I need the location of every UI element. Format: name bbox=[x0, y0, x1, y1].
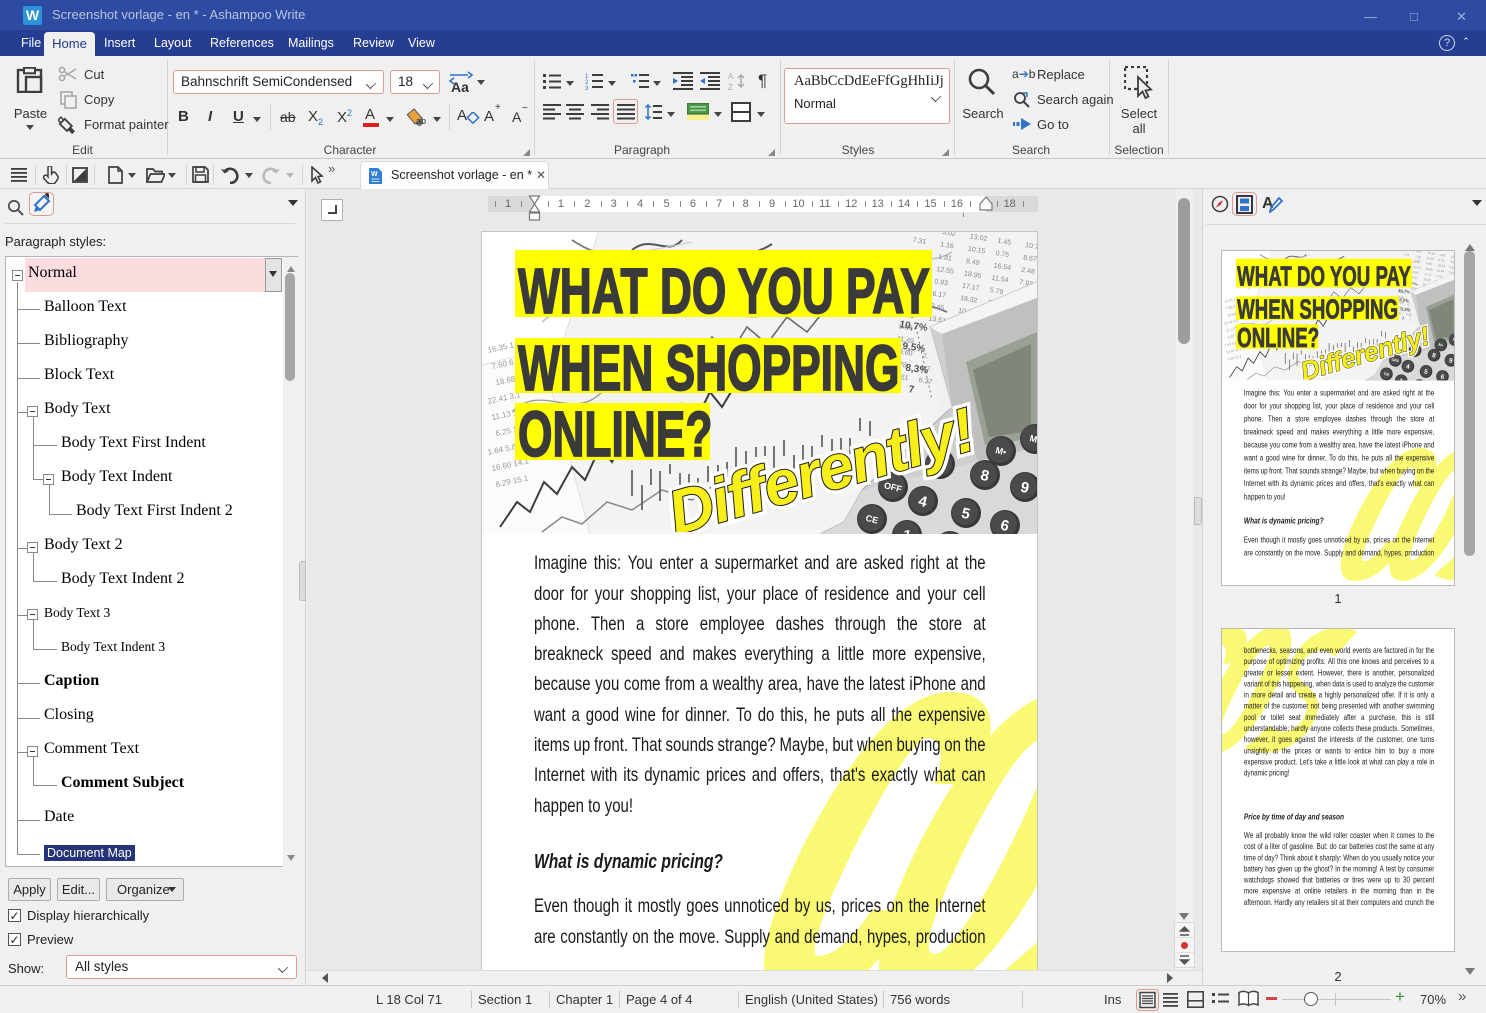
svg-text:Differently!: Differently! bbox=[661, 396, 982, 532]
svg-text:W: W bbox=[371, 171, 378, 178]
svg-text:A: A bbox=[728, 72, 734, 81]
svg-text:3: 3 bbox=[585, 86, 589, 90]
svg-text:Differently!: Differently! bbox=[1297, 320, 1433, 379]
svg-text:Z: Z bbox=[728, 83, 733, 91]
svg-text:Aa: Aa bbox=[451, 79, 469, 94]
svg-text:ab: ab bbox=[416, 116, 426, 126]
